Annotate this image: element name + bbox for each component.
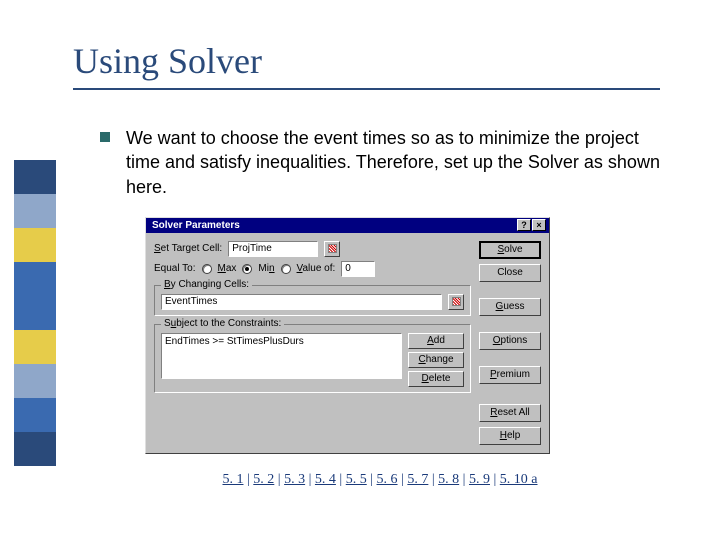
equal-to-label: Equal To: <box>154 263 196 274</box>
footer-links: 5. 1 | 5. 2 | 5. 3 | 5. 4 | 5. 5 | 5. 6 … <box>100 472 660 488</box>
radio-max-label: Max <box>218 263 237 274</box>
close-button[interactable]: Close <box>479 264 541 282</box>
nav-link[interactable]: 5. 10 a <box>500 472 538 487</box>
options-button[interactable]: Options <box>479 332 541 350</box>
changing-cells-group: By Changing Cells: EventTimes <box>154 285 471 316</box>
changing-cells-input[interactable]: EventTimes <box>161 294 442 310</box>
decorative-sidebar <box>14 160 56 466</box>
close-icon[interactable]: × <box>532 219 546 231</box>
page-title: Using Solver <box>73 40 660 90</box>
nav-link[interactable]: 5. 7 <box>407 472 428 487</box>
help-button[interactable]: Help <box>479 427 541 445</box>
nav-link[interactable]: 5. 3 <box>284 472 305 487</box>
body-text: We want to choose the event times so as … <box>126 126 660 199</box>
nav-link[interactable]: 5. 6 <box>377 472 398 487</box>
collapse-dialog-icon[interactable] <box>324 241 340 257</box>
target-cell-label: SeSet Target Cell:t Target Cell: <box>154 243 222 254</box>
nav-link[interactable]: 5. 8 <box>438 472 459 487</box>
radio-max[interactable] <box>202 264 212 274</box>
changing-cells-label: By Changing Cells: <box>161 279 252 290</box>
radio-min-label: Min <box>258 263 274 274</box>
radio-min[interactable] <box>242 264 252 274</box>
dialog-title: Solver Parameters <box>152 220 240 231</box>
constraints-group: Subject to the Constraints: EndTimes >= … <box>154 324 471 393</box>
constraint-item[interactable]: EndTimes >= StTimesPlusDurs <box>165 336 398 347</box>
nav-link[interactable]: 5. 4 <box>315 472 336 487</box>
guess-button[interactable]: Guess <box>479 298 541 316</box>
radio-value-of-label: Value of: <box>297 263 336 274</box>
premium-button[interactable]: Premium <box>479 366 541 384</box>
target-cell-input[interactable]: ProjTime <box>228 241 318 257</box>
nav-link[interactable]: 5. 9 <box>469 472 490 487</box>
constraints-list[interactable]: EndTimes >= StTimesPlusDurs <box>161 333 402 379</box>
value-of-input[interactable]: 0 <box>341 261 375 277</box>
reset-all-button[interactable]: Reset All <box>479 404 541 422</box>
bullet-icon <box>100 132 110 142</box>
radio-value-of[interactable] <box>281 264 291 274</box>
dialog-titlebar: Solver Parameters ? × <box>146 218 549 233</box>
nav-link[interactable]: 5. 1 <box>222 472 243 487</box>
solver-dialog: Solver Parameters ? × SeSet Target Cell:… <box>145 217 550 454</box>
solve-button[interactable]: Solve <box>479 241 541 259</box>
constraints-label: Subject to the Constraints: <box>161 318 284 329</box>
help-icon[interactable]: ? <box>517 219 531 231</box>
body-text-row: We want to choose the event times so as … <box>100 126 660 199</box>
nav-link[interactable]: 5. 2 <box>253 472 274 487</box>
nav-link[interactable]: 5. 5 <box>346 472 367 487</box>
add-button[interactable]: Add <box>408 333 464 349</box>
collapse-dialog-icon-2[interactable] <box>448 294 464 310</box>
delete-button[interactable]: Delete <box>408 371 464 387</box>
change-button[interactable]: Change <box>408 352 464 368</box>
